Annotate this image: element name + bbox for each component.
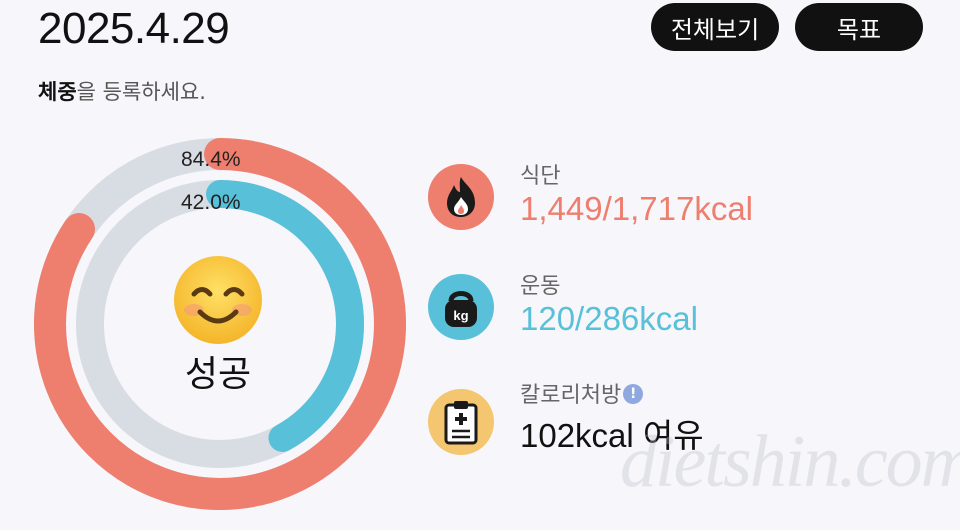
date-title: 2025.4.29 — [38, 4, 230, 53]
prescription-label: 칼로리처방! — [520, 377, 644, 409]
clipboard-icon — [428, 389, 494, 455]
info-icon[interactable]: ! — [623, 384, 644, 404]
weight-prompt-bold: 체중 — [38, 80, 77, 104]
diet-label: 식단 — [520, 164, 561, 189]
inner-ring-percent: 42.0% — [181, 191, 241, 214]
view-all-button[interactable]: 전체보기 — [651, 3, 779, 51]
outer-ring-percent: 84.4% — [181, 148, 241, 171]
svg-text:kg: kg — [453, 308, 468, 323]
exercise-label: 운동 — [520, 274, 561, 299]
exercise-value: 120/286kcal — [520, 300, 698, 337]
watermark-logo: dietshin.com — [620, 421, 960, 503]
prescription-label-text: 칼로리처방 — [520, 383, 622, 408]
weight-prompt-text: 을 등록하세요. — [76, 80, 206, 104]
status-label: 성공 — [184, 354, 252, 395]
weight-register-prompt[interactable]: 체중을 등록하세요. — [38, 76, 206, 106]
kettlebell-icon: kg — [428, 274, 494, 340]
diet-value: 1,449/1,717kcal — [520, 190, 754, 227]
flame-icon — [428, 164, 494, 230]
smiling-face-icon — [172, 254, 264, 346]
goal-button[interactable]: 목표 — [795, 3, 923, 51]
